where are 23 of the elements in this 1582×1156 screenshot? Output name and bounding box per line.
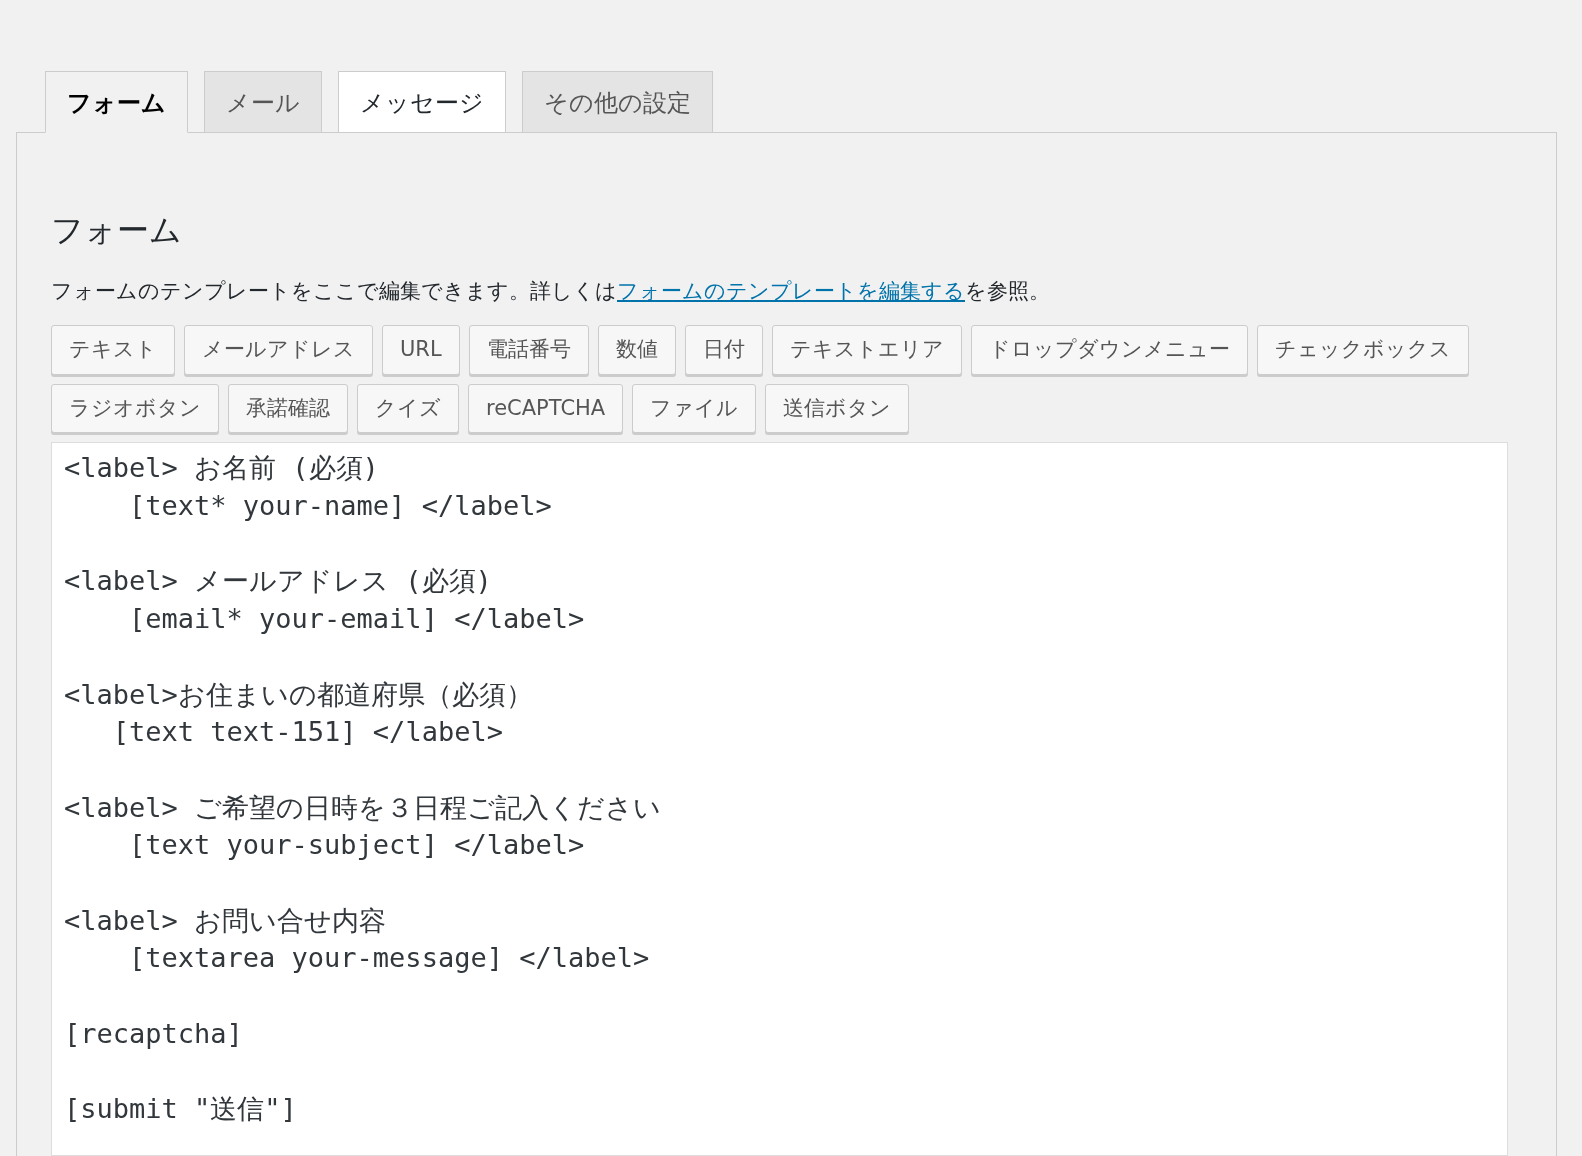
tag-generator-button[interactable]: 日付 — [684, 325, 763, 375]
tag-generator-button[interactable]: ドロップダウンメニュー — [970, 325, 1248, 375]
tag-generator-button[interactable]: ラジオボタン — [51, 383, 219, 434]
tag-generator-button[interactable]: URL — [382, 325, 460, 375]
tag-generator-button[interactable]: 送信ボタン — [765, 383, 910, 434]
tag-generator-button[interactable]: ファイル — [632, 383, 757, 434]
docs-link[interactable]: フォームのテンプレートを編集する — [617, 278, 965, 303]
tag-generator-button[interactable]: テキストエリア — [771, 325, 962, 375]
tab[interactable]: メール — [204, 71, 322, 134]
tag-generator-button[interactable]: チェックボックス — [1256, 325, 1469, 375]
tag-generator-button[interactable]: クイズ — [357, 383, 459, 434]
tag-generator-button[interactable]: reCAPTCHA — [468, 383, 624, 434]
tab[interactable]: メッセージ — [338, 71, 506, 134]
tab[interactable]: その他の設定 — [522, 71, 713, 134]
tag-generator-button[interactable]: 電話番号 — [468, 325, 589, 375]
section-title: フォーム — [51, 211, 183, 250]
tag-generator-button[interactable]: メールアドレス — [184, 325, 373, 375]
tag-generator-button[interactable]: 承諾確認 — [228, 383, 348, 434]
tab[interactable]: フォーム — [45, 71, 188, 134]
template-editor[interactable]: <label> お名前 (必須) [text* your-name] </label> <label> メールアドレス (必須) [email* your-email] </label> <label>お住まいの都道府県（必須） [text text-151] </label> <label> ご希望の日時を３日程ご記入ください [text your-subject] </label> <label> お問い合せ内容 [textarea your-message] </label> [recaptcha] [submit "送信"] — [51, 442, 1508, 1156]
tag-generator-button[interactable]: 数値 — [597, 325, 676, 375]
tag-generator-button[interactable]: テキスト — [51, 325, 175, 375]
description-text: フォームのテンプレートをここで編集できます。詳しくは フォームのテンプレートを編集する を参照。 — [51, 277, 1051, 305]
